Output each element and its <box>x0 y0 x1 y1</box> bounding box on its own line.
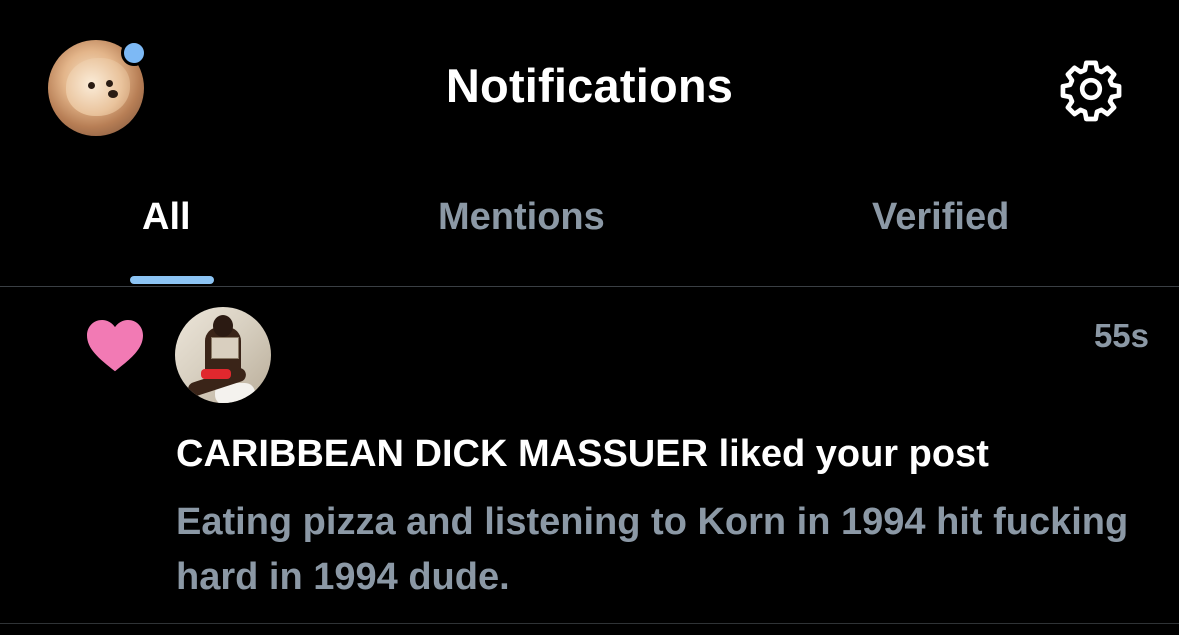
notification-item[interactable]: 55s CARIBBEAN DICK MASSUER liked your po… <box>0 287 1179 623</box>
page-title: Notifications <box>445 59 734 112</box>
settings-button[interactable] <box>1058 56 1124 122</box>
tab-all[interactable]: All <box>142 196 191 239</box>
post-preview-text[interactable]: Eating pizza and listening to Korn in 19… <box>176 495 1136 605</box>
notification-action-text: CARIBBEAN DICK MASSUER liked your post <box>176 433 989 475</box>
tab-verified[interactable]: Verified <box>872 196 1009 239</box>
active-tab-indicator <box>130 276 214 284</box>
tab-mentions[interactable]: Mentions <box>438 196 605 239</box>
heart-icon <box>84 317 146 373</box>
notification-timestamp: 55s <box>1093 317 1149 354</box>
avatar-photo-detail <box>201 369 231 379</box>
notification-divider <box>0 623 1179 624</box>
user-avatar[interactable] <box>175 307 271 403</box>
top-bar: Notifications <box>0 0 1179 180</box>
avatar-photo-detail <box>213 315 233 337</box>
gear-icon[interactable] <box>1058 56 1124 122</box>
notification-tabs: All Mentions Verified <box>0 180 1179 286</box>
avatar-photo-detail <box>211 337 239 359</box>
